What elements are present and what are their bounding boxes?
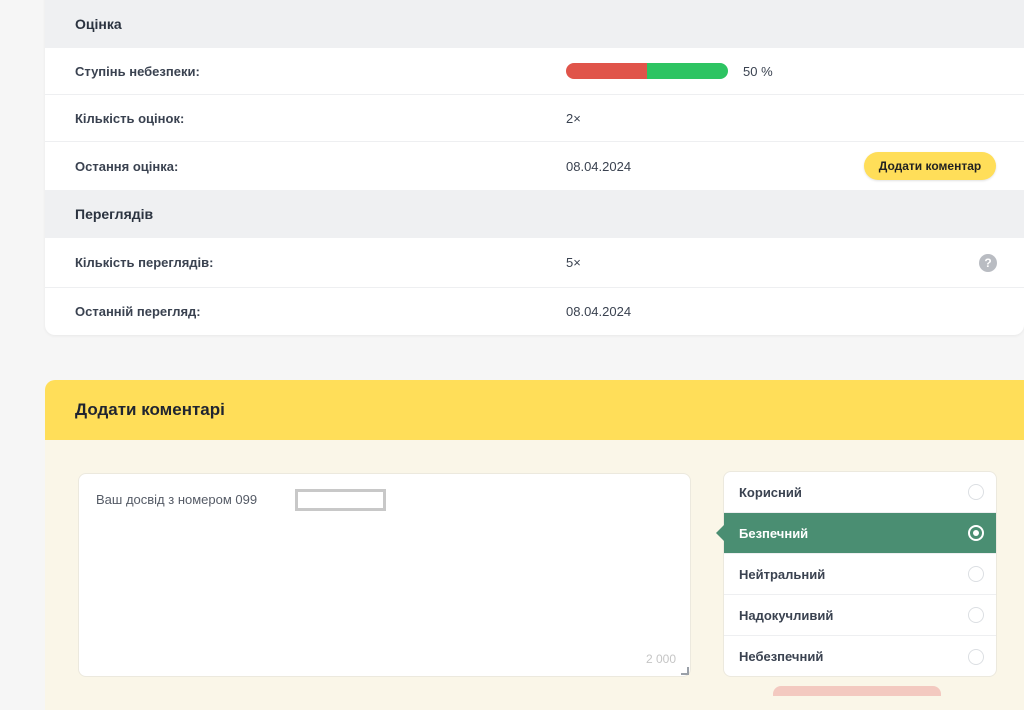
resize-handle-icon[interactable]	[681, 667, 689, 675]
radio-selected-icon[interactable]	[968, 525, 984, 541]
last-view-value: 08.04.2024	[566, 304, 632, 319]
rating-option-useful[interactable]: Корисний	[724, 472, 996, 513]
stats-card: Оцінка Ступінь небезпеки: 50 % Кількість…	[45, 0, 1024, 335]
safe-meter-fill	[647, 63, 728, 79]
last-rating-label: Остання оцінка:	[75, 158, 179, 174]
views-count-row: Кількість переглядів: 5× ?	[45, 238, 1024, 288]
danger-meter	[566, 63, 728, 79]
danger-percent: 50 %	[743, 63, 773, 79]
submit-button-edge[interactable]	[773, 686, 941, 696]
radio-icon[interactable]	[968, 484, 984, 500]
rating-options-list: Корисний Безпечний Нейтральний Надокучли…	[716, 471, 997, 677]
radio-icon[interactable]	[968, 648, 984, 665]
rating-count-label: Кількість оцінок:	[75, 110, 185, 126]
danger-level-label: Ступінь небезпеки:	[75, 63, 200, 79]
rating-option-label: Нейтральний	[739, 566, 826, 582]
rating-option-safe[interactable]: Безпечний	[716, 513, 996, 554]
views-section-title: Переглядів	[75, 206, 154, 222]
rating-option-label: Корисний	[739, 484, 802, 500]
char-counter: 2 000	[645, 652, 676, 666]
radio-icon[interactable]	[968, 566, 984, 582]
rating-option-label: Безпечний	[739, 525, 809, 541]
rating-option-annoying[interactable]: Надокучливий	[724, 595, 996, 636]
comment-textarea[interactable]: Ваш досвід з номером 099 2 000	[78, 473, 691, 677]
danger-meter-fill	[566, 63, 647, 79]
rating-section-title: Оцінка	[75, 16, 122, 32]
add-comment-button[interactable]: Додати коментар	[864, 152, 996, 180]
rating-section-header: Оцінка	[45, 0, 1024, 48]
redacted-phone-number	[295, 489, 386, 511]
help-icon[interactable]: ?	[979, 253, 997, 272]
comment-textarea-text: Ваш досвід з номером 099	[96, 492, 258, 507]
rating-option-dangerous[interactable]: Небезпечний	[724, 636, 996, 677]
views-count-label: Кількість переглядів:	[75, 255, 214, 270]
danger-level-row: Ступінь небезпеки: 50 %	[45, 48, 1024, 95]
rating-option-label: Небезпечний	[739, 649, 824, 664]
rating-count-value: 2×	[566, 110, 581, 126]
rating-option-neutral[interactable]: Нейтральний	[724, 554, 996, 595]
last-rating-value: 08.04.2024	[566, 158, 632, 174]
last-view-row: Останній перегляд: 08.04.2024	[45, 288, 1024, 335]
rating-option-label: Надокучливий	[739, 607, 834, 623]
add-comment-header: Додати коментарі	[45, 380, 1024, 440]
rating-count-row: Кількість оцінок: 2×	[45, 95, 1024, 142]
radio-icon[interactable]	[968, 607, 984, 623]
views-count-value: 5×	[566, 255, 581, 270]
views-section-header: Переглядів	[45, 190, 1024, 238]
add-comment-card: Додати коментарі Ваш досвід з номером 09…	[45, 380, 1024, 710]
last-view-label: Останній перегляд:	[75, 304, 201, 319]
add-comment-title: Додати коментарі	[75, 400, 225, 419]
last-rating-row: Остання оцінка: 08.04.2024 Додати комент…	[45, 142, 1024, 190]
